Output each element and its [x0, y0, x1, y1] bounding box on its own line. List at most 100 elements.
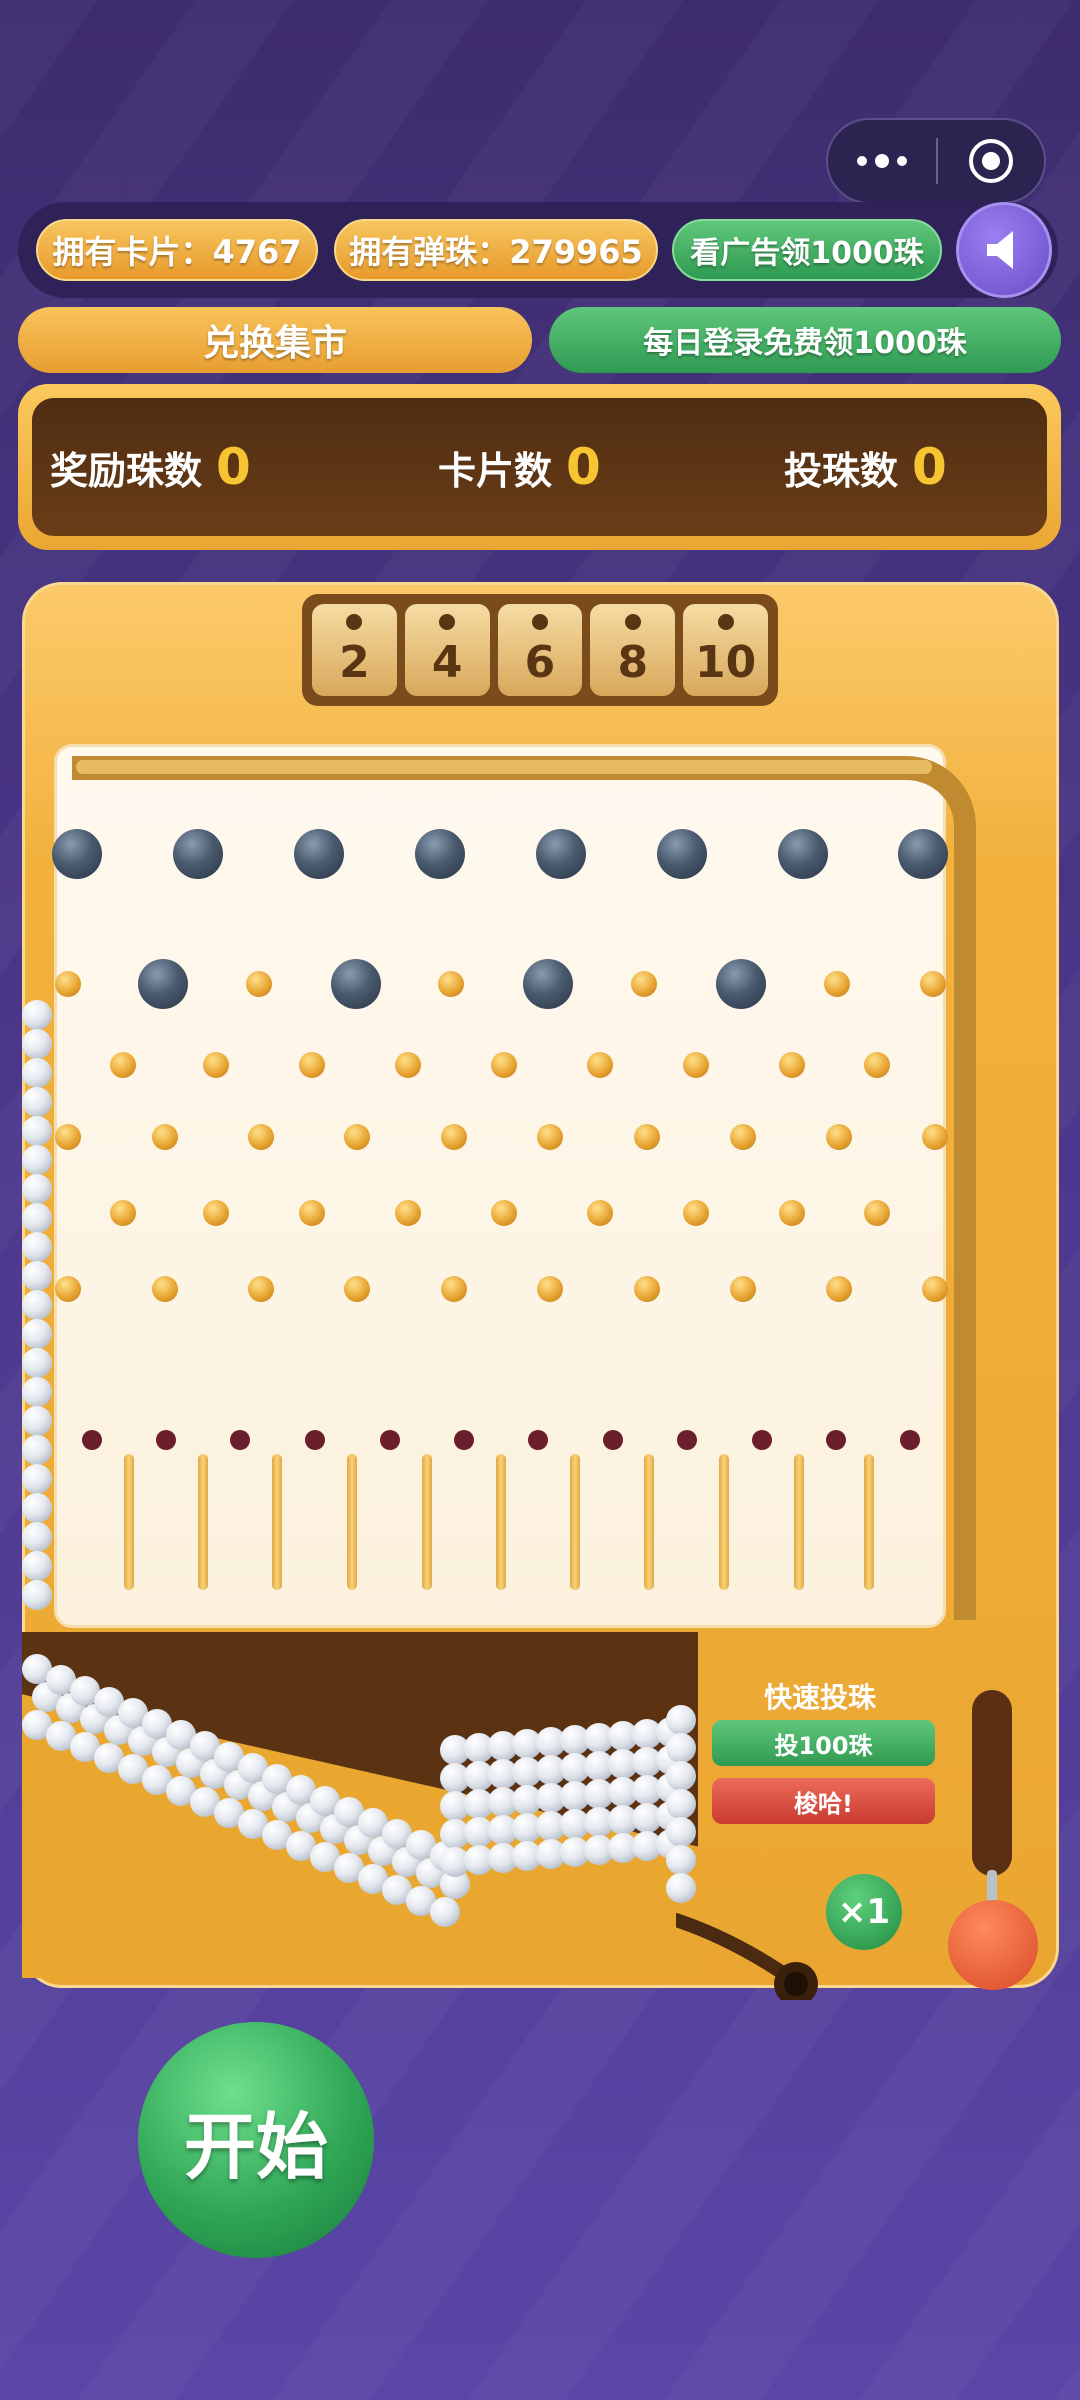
all-in-button[interactable]: 梭哈! — [712, 1778, 935, 1824]
bin-divider — [644, 1454, 654, 1590]
watch-ad-button[interactable]: 看广告领1000珠 — [672, 219, 942, 281]
gold-peg — [730, 1124, 756, 1150]
marble — [22, 1261, 52, 1291]
marble — [666, 1817, 696, 1847]
gold-peg — [634, 1124, 660, 1150]
bin-divider — [719, 1454, 729, 1590]
bin-peg — [305, 1430, 325, 1450]
bin-peg — [677, 1430, 697, 1450]
gold-peg — [110, 1200, 136, 1226]
dark-peg — [898, 829, 948, 879]
gold-peg — [110, 1052, 136, 1078]
marble — [22, 1580, 52, 1610]
bin-peg — [900, 1430, 920, 1450]
more-icon[interactable] — [828, 120, 936, 202]
bin-peg — [82, 1430, 102, 1450]
gold-peg — [395, 1200, 421, 1226]
exchange-market-button[interactable]: 兑换集市 — [18, 307, 532, 373]
slot: 8 — [590, 604, 676, 696]
dark-peg — [778, 829, 828, 879]
marble — [666, 1873, 696, 1903]
cards-score: 卡片数 0 — [438, 398, 601, 536]
bin-divider — [347, 1454, 357, 1590]
bin-divider — [272, 1454, 282, 1590]
gold-peg — [634, 1276, 660, 1302]
gold-peg — [344, 1124, 370, 1150]
bin-peg — [826, 1430, 846, 1450]
marble — [666, 1761, 696, 1791]
marble — [22, 1435, 52, 1465]
dark-peg — [294, 829, 344, 879]
marble — [666, 1789, 696, 1819]
gold-peg — [55, 1276, 81, 1302]
reward-label: 奖励珠数 — [50, 448, 203, 493]
reward-score: 奖励珠数 0 — [50, 398, 251, 536]
dark-peg — [173, 829, 223, 879]
gold-peg — [152, 1124, 178, 1150]
scoreboard: 奖励珠数 0 卡片数 0 投珠数 0 — [18, 384, 1061, 550]
gold-peg — [441, 1124, 467, 1150]
gold-peg — [683, 1200, 709, 1226]
cards-label: 卡片数 — [438, 448, 553, 493]
gold-peg — [631, 971, 657, 997]
dark-peg — [657, 829, 707, 879]
gold-peg — [203, 1200, 229, 1226]
start-button[interactable]: 开始 — [138, 2022, 374, 2258]
sound-toggle-button[interactable] — [956, 202, 1052, 298]
multiplier-slots: 2 4 6 8 10 — [302, 594, 778, 706]
marble — [22, 1000, 52, 1030]
gold-peg — [826, 1276, 852, 1302]
rail-highlight — [76, 760, 932, 774]
gold-peg — [537, 1124, 563, 1150]
marble — [22, 1145, 52, 1175]
dark-peg — [52, 829, 102, 879]
gold-peg — [922, 1276, 948, 1302]
gold-peg — [248, 1124, 274, 1150]
dark-peg — [331, 959, 381, 1009]
bin-divider — [794, 1454, 804, 1590]
gold-peg — [55, 971, 81, 997]
throw-100-button[interactable]: 投100珠 — [712, 1720, 935, 1766]
marble — [22, 1522, 52, 1552]
slot: 2 — [312, 604, 397, 696]
gold-peg — [344, 1276, 370, 1302]
gold-peg — [441, 1276, 467, 1302]
lever-track — [972, 1690, 1012, 1876]
bin-divider — [496, 1454, 506, 1590]
bin-peg — [454, 1430, 474, 1450]
marble — [22, 1319, 52, 1349]
bin-divider — [198, 1454, 208, 1590]
marble — [666, 1845, 696, 1875]
bin-divider — [864, 1454, 874, 1590]
multiplier-button[interactable]: ×1 — [826, 1874, 902, 1950]
marble — [22, 1087, 52, 1117]
gold-peg — [826, 1124, 852, 1150]
marble — [22, 1232, 52, 1262]
launch-lever[interactable] — [948, 1900, 1038, 1990]
cards-value: 0 — [566, 438, 601, 496]
gold-peg — [587, 1200, 613, 1226]
gold-peg — [248, 1276, 274, 1302]
quick-throw-title: 快速投珠 — [763, 1681, 876, 1714]
gold-peg — [922, 1124, 948, 1150]
gold-peg — [864, 1052, 890, 1078]
thrown-score: 投珠数 0 — [784, 398, 947, 536]
marble — [22, 1029, 52, 1059]
daily-login-button[interactable]: 每日登录免费领1000珠 — [549, 307, 1061, 373]
gold-peg — [779, 1052, 805, 1078]
target-icon[interactable] — [938, 139, 1044, 183]
bin-divider — [124, 1454, 134, 1590]
gold-peg — [203, 1052, 229, 1078]
slot: 4 — [404, 604, 490, 696]
dark-peg — [415, 829, 465, 879]
marble — [22, 1116, 52, 1146]
marbles-owned-badge: 拥有弹珠：279965 — [334, 219, 658, 281]
marble — [22, 1174, 52, 1204]
marble — [22, 1377, 52, 1407]
marble — [666, 1733, 696, 1763]
bin-divider — [570, 1454, 580, 1590]
gold-peg — [491, 1200, 517, 1226]
thrown-value: 0 — [912, 438, 947, 496]
bin-peg — [752, 1430, 772, 1450]
speaker-icon — [987, 231, 1013, 269]
